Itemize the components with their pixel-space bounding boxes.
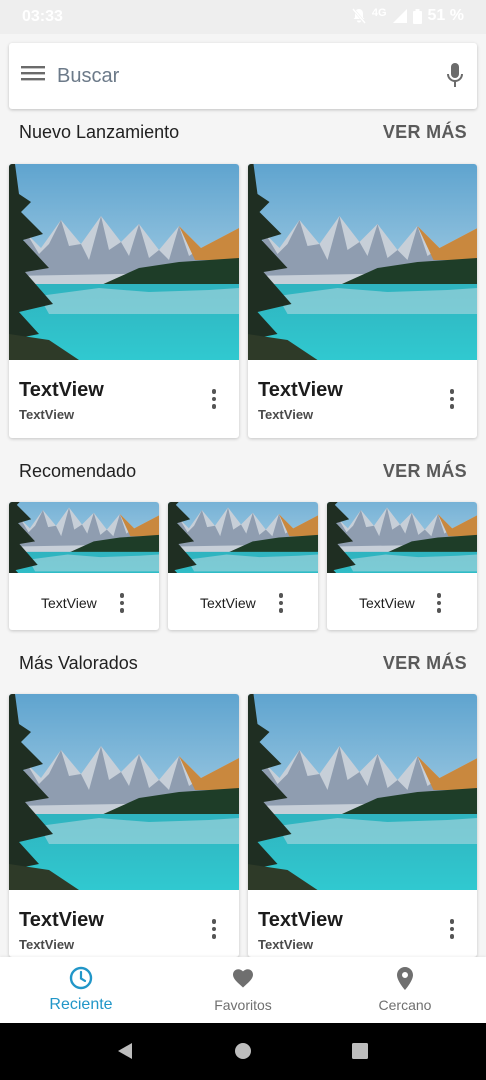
nav-item-favoritos[interactable]: Favoritos (162, 957, 324, 1023)
notifications-off-icon (351, 8, 366, 24)
card-recomendado-2[interactable]: TextView (168, 502, 318, 630)
more-options-icon[interactable] (444, 919, 460, 939)
section-title-nuevo-lanzamiento: Nuevo Lanzamiento (19, 122, 180, 142)
card-image (248, 164, 477, 360)
card-image (327, 502, 477, 573)
section-title-mas-valorados: Más Valorados (19, 653, 138, 673)
more-options-icon[interactable] (431, 593, 447, 613)
card-image (9, 694, 239, 890)
mic-icon[interactable] (447, 63, 463, 89)
search-input[interactable] (57, 55, 427, 97)
recents-icon[interactable] (351, 1042, 369, 1060)
section-title-recomendado: Recomendado (19, 461, 137, 481)
card-subtitle: TextView (19, 937, 75, 952)
back-icon[interactable] (116, 1042, 134, 1060)
card-recomendado-1[interactable]: TextView (9, 502, 159, 630)
see-more-nuevo-lanzamiento[interactable]: VER MÁS (383, 122, 467, 143)
card-title: TextView (19, 909, 104, 931)
more-options-icon[interactable] (444, 389, 460, 409)
card-subtitle: TextView (19, 407, 75, 422)
card-title: TextView (19, 379, 104, 401)
status-icons: 4G 51 % (351, 7, 464, 25)
more-options-icon[interactable] (206, 919, 222, 939)
nav-item-reciente[interactable]: Reciente (0, 957, 162, 1023)
see-more-mas-valorados[interactable]: VER MÁS (383, 653, 467, 674)
nav-label: Reciente (49, 996, 113, 1013)
nav-item-cercano[interactable]: Cercano (324, 957, 486, 1023)
card-image (168, 502, 318, 573)
card-subtitle: TextView (258, 937, 314, 952)
more-options-icon[interactable] (206, 389, 222, 409)
card-label: TextView (200, 595, 256, 611)
nav-label: Cercano (378, 997, 432, 1013)
more-options-icon[interactable] (114, 593, 130, 613)
card-valorados-1[interactable]: TextView TextView (9, 694, 239, 957)
signal-icon (392, 9, 407, 23)
battery-level: 51 % (427, 7, 464, 24)
menu-icon[interactable] (21, 65, 45, 83)
status-time: 03:33 (22, 8, 63, 25)
battery-icon (412, 8, 422, 24)
card-subtitle: TextView (258, 407, 314, 422)
more-options-icon[interactable] (273, 593, 289, 613)
card-title: TextView (258, 379, 343, 401)
network-type: 4G (371, 7, 387, 19)
card-image (248, 694, 477, 890)
location-pin-icon (397, 967, 413, 990)
card-nuevo-2[interactable]: TextView TextView (248, 164, 477, 438)
clock-icon (69, 966, 93, 990)
card-label: TextView (359, 595, 415, 611)
bottom-navigation: Reciente Favoritos Cercano (0, 957, 486, 1023)
home-icon[interactable] (234, 1042, 252, 1060)
card-label: TextView (41, 595, 97, 611)
card-image (9, 164, 239, 360)
card-title: TextView (258, 909, 343, 931)
card-nuevo-1[interactable]: TextView TextView (9, 164, 239, 438)
card-recomendado-3[interactable]: TextView (327, 502, 477, 630)
nav-label: Favoritos (214, 997, 272, 1013)
status-bar: 03:33 4G 51 % (0, 0, 486, 34)
card-image (9, 502, 159, 573)
see-more-recomendado[interactable]: VER MÁS (383, 461, 467, 482)
card-valorados-2[interactable]: TextView TextView (248, 694, 477, 957)
system-navigation-bar (0, 1023, 486, 1080)
search-bar (9, 43, 477, 109)
heart-icon (233, 969, 253, 988)
